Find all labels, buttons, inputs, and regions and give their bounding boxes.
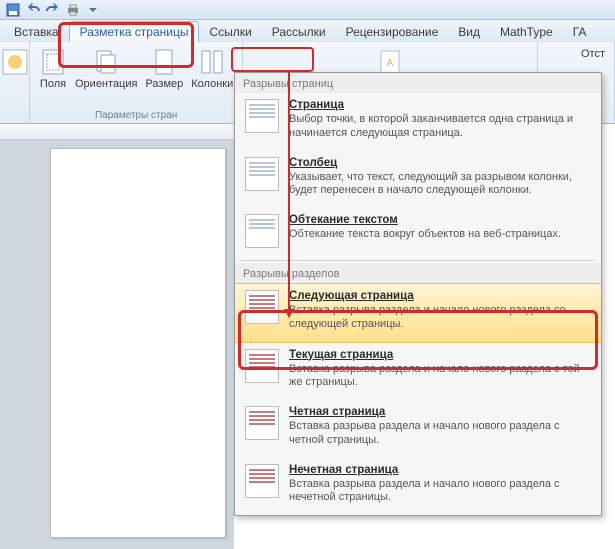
break-title: Следующая страница: [289, 290, 591, 302]
text-wrap-break-icon: [245, 214, 279, 248]
indent-button[interactable]: Отст: [578, 46, 608, 62]
break-desc: Вставка разрыва раздела и начало нового …: [289, 420, 591, 448]
tab-insert[interactable]: Вставка: [4, 22, 69, 42]
break-desc: Вставка разрыва раздела и начало нового …: [289, 478, 591, 506]
margins-button[interactable]: Поля: [36, 46, 70, 92]
tab-view[interactable]: Вид: [448, 22, 490, 42]
break-item-text-wrap[interactable]: Обтекание текстом Обтекание текста вокру…: [235, 208, 601, 258]
break-title: Столбец: [289, 157, 591, 169]
break-desc: Обтекание текста вокруг объектов на веб-…: [289, 228, 591, 242]
break-item-continuous[interactable]: Текущая страница Вставка разрыва раздела…: [235, 343, 601, 401]
break-item-column[interactable]: Столбец Указывает, что текст, следующий …: [235, 151, 601, 209]
size-button[interactable]: Размер: [142, 46, 186, 92]
size-label: Размер: [145, 78, 183, 90]
page-setup-group-label: Параметры стран: [36, 109, 236, 123]
orientation-button[interactable]: Ориентация: [72, 46, 140, 92]
margins-label: Поля: [40, 78, 66, 90]
group-label: [6, 109, 23, 123]
columns-icon: [198, 48, 226, 76]
column-break-icon: [245, 157, 279, 191]
size-icon: [150, 48, 178, 76]
tab-review[interactable]: Рецензирование: [336, 22, 449, 42]
break-item-page[interactable]: Страница Выбор точки, в которой заканчив…: [235, 93, 601, 151]
odd-page-break-icon: [245, 464, 279, 498]
columns-label: Колонки: [191, 78, 233, 90]
tab-page-layout[interactable]: Разметка страницы: [69, 21, 200, 42]
break-item-even-page[interactable]: Четная страница Вставка разрыва раздела …: [235, 400, 601, 458]
document-area: [0, 140, 234, 549]
horizontal-ruler[interactable]: [0, 124, 234, 140]
break-desc: Выбор точки, в которой заканчивается одн…: [289, 113, 591, 141]
breaks-dropdown: Разрывы страниц Страница Выбор точки, в …: [234, 72, 602, 516]
svg-text:A: A: [387, 58, 394, 69]
tab-mailings[interactable]: Рассылки: [262, 22, 336, 42]
quick-access-toolbar: [0, 0, 615, 20]
columns-button[interactable]: Колонки: [188, 46, 236, 92]
themes-button[interactable]: [0, 46, 32, 78]
dropdown-section-section-breaks: Разрывы разделов: [235, 263, 601, 283]
break-item-odd-page[interactable]: Нечетная страница Вставка разрыва раздел…: [235, 458, 601, 516]
orientation-label: Ориентация: [75, 78, 137, 90]
indent-label: Отст: [581, 48, 605, 60]
page[interactable]: [50, 148, 226, 538]
tab-extra[interactable]: ГА: [563, 22, 597, 42]
continuous-break-icon: [245, 349, 279, 383]
qat-dropdown-icon[interactable]: [86, 3, 100, 17]
tab-references[interactable]: Ссылки: [199, 22, 261, 42]
save-icon[interactable]: [6, 3, 20, 17]
break-item-next-page[interactable]: Следующая страница Вставка разрыва разде…: [235, 283, 601, 343]
ribbon-group-themes: [0, 42, 30, 123]
print-icon[interactable]: [66, 3, 80, 17]
break-title: Нечетная страница: [289, 464, 591, 476]
break-title: Обтекание текстом: [289, 214, 591, 226]
break-desc: Вставка разрыва раздела и начало нового …: [289, 304, 591, 332]
dropdown-separator: [241, 260, 595, 261]
even-page-break-icon: [245, 406, 279, 440]
break-title: Четная страница: [289, 406, 591, 418]
redo-icon[interactable]: [46, 3, 60, 17]
ribbon-tabs: Вставка Разметка страницы Ссылки Рассылк…: [0, 20, 615, 42]
undo-icon[interactable]: [26, 3, 40, 17]
ribbon-group-page-setup: Поля Ориентация Размер Колонки Параметры…: [30, 42, 243, 123]
break-desc: Указывает, что текст, следующий за разры…: [289, 171, 591, 199]
break-desc: Вставка разрыва раздела и начало нового …: [289, 363, 591, 391]
next-page-break-icon: [245, 290, 279, 324]
page-break-icon: [245, 99, 279, 133]
break-title: Страница: [289, 99, 591, 111]
dropdown-section-page-breaks: Разрывы страниц: [235, 73, 601, 93]
margins-icon: [39, 48, 67, 76]
tab-mathtype[interactable]: MathType: [490, 22, 563, 42]
break-title: Текущая страница: [289, 349, 591, 361]
orientation-icon: [92, 48, 120, 76]
